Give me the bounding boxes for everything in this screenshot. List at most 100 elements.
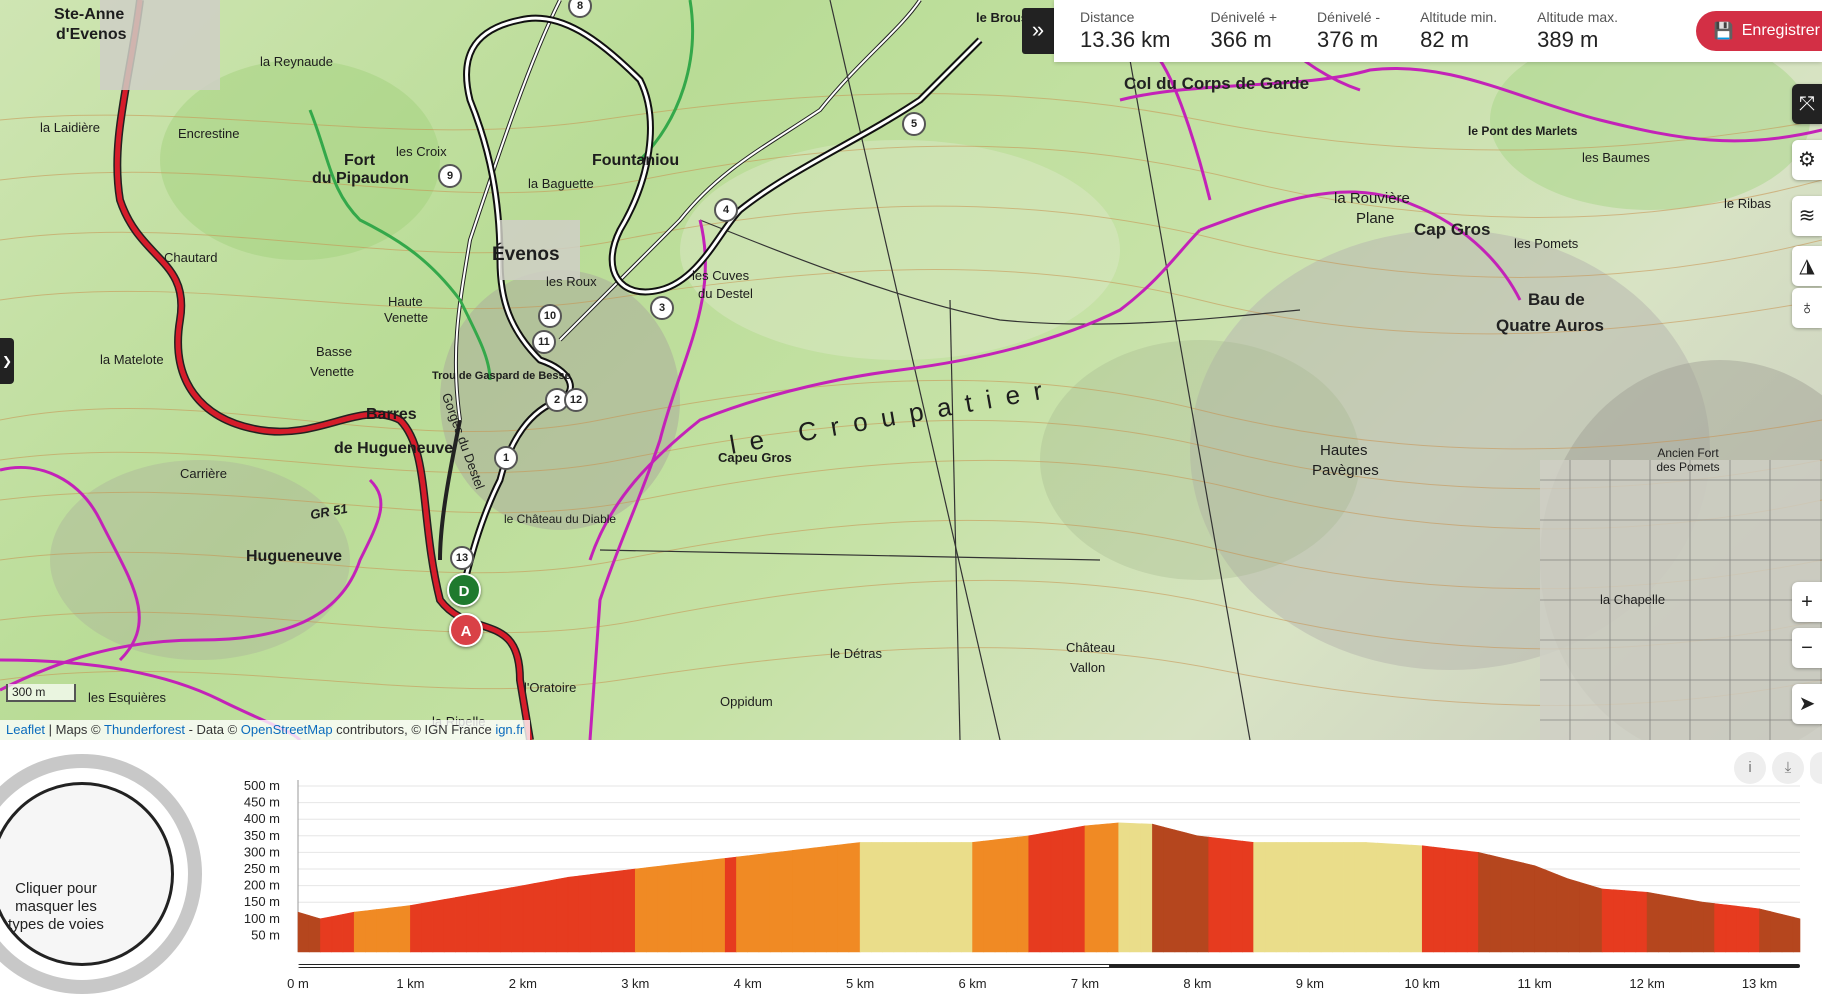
stat-altitude-max: Altitude max. 389 m — [1537, 9, 1619, 52]
place-label: le Château du Diable — [504, 512, 617, 526]
gear-icon: ⚙ — [1798, 149, 1816, 171]
profile-segment — [387, 906, 400, 953]
zoom-in-button[interactable]: + — [1792, 582, 1822, 622]
profile-segment — [1017, 835, 1030, 953]
waypoint-marker[interactable]: 11 — [532, 330, 556, 354]
profile-segment — [1579, 881, 1592, 953]
y-tick-label: 350 m — [244, 828, 280, 843]
y-tick-label: 250 m — [244, 861, 280, 876]
place-label: la Matelote — [100, 352, 164, 367]
locate-button[interactable]: ➤ — [1792, 684, 1822, 724]
place-label: le Pont des Marlets — [1468, 124, 1578, 138]
expand-panel-button[interactable]: ❯ — [0, 338, 14, 384]
leaflet-link[interactable]: Leaflet — [6, 722, 45, 737]
save-button[interactable]: 💾 Enregistrer — [1695, 11, 1822, 51]
zoom-out-button[interactable]: − — [1792, 628, 1822, 668]
place-label: Cap Gros — [1414, 220, 1491, 239]
profile-segment — [1073, 825, 1086, 953]
x-tick-label: 8 km — [1183, 976, 1211, 991]
profile-segment — [1376, 842, 1389, 953]
profile-segment — [927, 842, 940, 953]
waypoint-marker[interactable]: 13 — [450, 546, 474, 570]
profile-segment — [297, 911, 310, 953]
place-label: Quatre Auros — [1496, 316, 1605, 335]
profile-segment — [477, 891, 490, 953]
place-label: les Pomets — [1514, 236, 1579, 251]
profile-segment — [1781, 913, 1794, 953]
place-label: Venette — [384, 310, 429, 325]
profile-segment — [533, 881, 546, 953]
waypoint-marker[interactable]: 4 — [714, 198, 738, 222]
profile-segment — [1792, 916, 1801, 953]
profile-segment — [1253, 842, 1266, 953]
profile-segment — [1556, 874, 1569, 953]
place-label: le Ribas — [1724, 196, 1771, 211]
waypoint-marker[interactable]: 1 — [494, 446, 518, 470]
thunderforest-link[interactable]: Thunderforest — [104, 722, 185, 737]
profile-segment — [556, 876, 569, 953]
profile-segment — [1714, 903, 1727, 953]
profile-segment — [1230, 839, 1243, 953]
profile-segment — [365, 909, 377, 953]
profile-segment — [1601, 888, 1614, 953]
place-label: Chautard — [164, 250, 218, 265]
profile-segment — [342, 911, 355, 953]
profile-segment — [1421, 845, 1434, 953]
place-label: la Chapelle — [1600, 592, 1666, 607]
y-tick-label: 300 m — [244, 844, 280, 859]
profile-segment — [916, 842, 928, 953]
profile-segment — [1590, 885, 1603, 953]
place-label: Carrière — [180, 466, 227, 481]
profile-segment — [769, 851, 782, 953]
profile-segment — [1365, 842, 1378, 953]
profile-segment — [702, 859, 715, 953]
profile-segment — [545, 879, 557, 953]
profile-segment — [1669, 895, 1682, 953]
profile-segment — [410, 903, 422, 953]
profile-segment — [1388, 843, 1401, 953]
profile-segment — [893, 842, 906, 953]
waypoint-marker[interactable]: 3 — [650, 296, 674, 320]
profile-segment — [1298, 842, 1311, 953]
end-marker[interactable]: A — [449, 613, 483, 647]
profile-segment — [1568, 878, 1580, 953]
place-label: du Destel — [698, 286, 753, 301]
profile-segment — [466, 893, 479, 953]
profile-segment — [432, 899, 445, 953]
layers-button[interactable]: ≋ — [1792, 196, 1822, 236]
profile-segment — [1208, 836, 1221, 953]
place-label: la Rouvière — [1334, 190, 1410, 207]
place-label: les Cuves — [692, 268, 750, 283]
map-attribution: Leaflet | Maps © Thunderforest - Data © … — [0, 720, 531, 740]
start-marker[interactable]: D — [447, 573, 481, 607]
waypoint-marker[interactable]: 10 — [538, 304, 562, 328]
osm-link[interactable]: OpenStreetMap — [241, 722, 333, 737]
profile-segment — [1624, 890, 1637, 953]
profile-segment — [1140, 823, 1153, 953]
waypoint-marker[interactable]: 9 — [438, 164, 462, 188]
settings-button[interactable]: ⚙ — [1792, 140, 1822, 180]
place-label: Fountaniou — [592, 152, 680, 169]
place-label: le Détras — [830, 646, 883, 661]
profile-track-highlight — [298, 965, 1110, 967]
profile-segment — [814, 846, 827, 953]
profile-segment — [871, 842, 883, 953]
stat-distance: Distance 13.36 km — [1080, 9, 1171, 52]
map-view[interactable]: Ste-Anne d'Evenos la Reynaude Fort du Pi… — [0, 0, 1822, 740]
elevation-chart[interactable]: 50 m100 m150 m200 m250 m300 m350 m400 m4… — [0, 740, 1822, 993]
profile-segment — [1500, 857, 1513, 953]
stat-elevation-gain: Dénivelé + 366 m — [1210, 9, 1278, 52]
terrain-button[interactable]: ◮ — [1792, 246, 1822, 286]
collapse-stats-button[interactable]: » — [1022, 8, 1054, 54]
poi-button[interactable]: ♁ — [1792, 288, 1822, 328]
place-label: Fort — [344, 152, 376, 169]
waypoint-marker[interactable]: 12 — [564, 388, 588, 412]
profile-segment — [859, 842, 872, 953]
place-label: Ancien Fort des Pomets — [1656, 446, 1720, 474]
ign-link[interactable]: ign.fr — [495, 722, 524, 737]
profile-segment — [1197, 835, 1209, 953]
x-tick-label: 12 km — [1629, 976, 1664, 991]
fullscreen-button[interactable]: ⤧ — [1792, 84, 1822, 124]
place-label: Château — [1066, 640, 1116, 655]
waypoint-marker[interactable]: 5 — [902, 112, 926, 136]
